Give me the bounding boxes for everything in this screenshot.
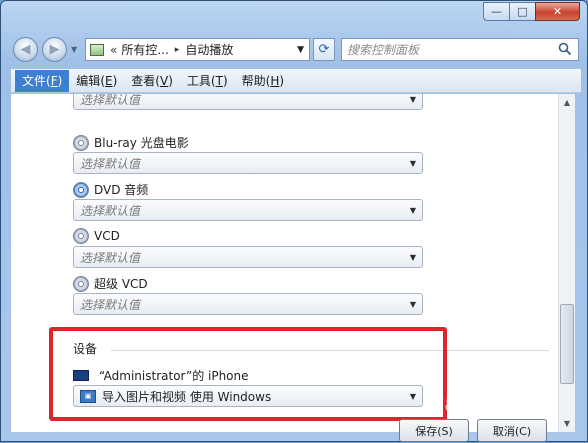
cancel-button[interactable]: 取消(C) [477,419,547,442]
forward-button[interactable]: ▶ [42,37,67,62]
menu-file[interactable]: 文件(F) [15,69,70,92]
media-label-dvd-audio: DVD 音频 [73,181,148,198]
breadcrumb-all-control-panel[interactable]: 所有控... [121,41,168,58]
media-default-dropdown[interactable]: 选择默认值 ▼ [73,94,423,110]
svcd-default-dropdown[interactable]: 选择默认值 ▼ [73,293,423,315]
vcd-default-dropdown[interactable]: 选择默认值 ▼ [73,246,423,268]
close-icon: ✕ [552,5,563,18]
maximize-icon: □ [517,5,528,18]
chevron-down-icon: ▼ [409,206,416,215]
media-label-vcd: VCD [73,228,120,244]
vcd-disc-icon [73,228,89,244]
address-dropdown-icon[interactable]: ▼ [297,45,304,55]
dvd-audio-default-dropdown[interactable]: 选择默认值 ▼ [73,199,423,221]
chevron-down-icon: ▼ [409,300,416,309]
recent-pages-dropdown[interactable]: ▼ [71,45,77,54]
search-icon[interactable] [558,42,572,56]
chevron-down-icon: ▼ [409,253,416,262]
close-button[interactable]: ✕ [535,2,580,21]
scroll-thumb[interactable] [560,304,574,384]
bluray-disc-icon [73,134,89,151]
caption-buttons: — □ ✕ [483,2,580,21]
menu-view[interactable]: 查看(V) [124,70,180,92]
refresh-icon: ⟳ [318,42,330,57]
dialog-buttons: 保存(S) 取消(C) [11,419,581,443]
arrow-left-icon: ◀ [20,42,31,57]
media-label-svcd: 超级 VCD [73,275,148,292]
breadcrumb-separator-icon[interactable]: ▸ [175,45,180,55]
address-overflow-chevron[interactable]: « [110,43,117,57]
menu-bar: 文件(F) 编辑(E) 查看(V) 工具(T) 帮助(H) [11,69,581,93]
baidu-watermark: Baidu 经验 [426,392,557,417]
minimize-icon: — [491,5,502,18]
chevron-down-icon: ▼ [409,95,416,104]
address-bar[interactable]: « 所有控... ▸ 自动播放 ▼ [85,38,310,61]
maximize-button[interactable]: □ [509,2,535,21]
search-placeholder: 搜索控制面板 [347,43,420,57]
menu-help[interactable]: 帮助(H) [235,70,291,92]
arrow-right-icon: ▶ [49,42,60,57]
autoplay-settings-list: 选择默认值 ▼ Blu-ray 光盘电影 选择默认值 ▼ DVD 音频 选择默认… [11,94,558,432]
search-input[interactable]: 搜索控制面板 [341,38,579,61]
autoplay-window: — □ ✕ ◀ ▶ ▼ « 所有控... ▸ 自动播放 ▼ ⟳ 搜索控制面板 文… [0,0,588,442]
vertical-scrollbar[interactable]: ▲ ▼ [558,94,575,432]
media-label-bluray: Blu-ray 光盘电影 [73,134,189,151]
navigation-bar: ◀ ▶ ▼ « 所有控... ▸ 自动播放 ▼ ⟳ 搜索控制面板 [11,37,581,63]
menu-edit[interactable]: 编辑(E) [69,70,124,92]
minimize-button[interactable]: — [483,2,509,21]
highlight-annotation [49,327,447,421]
bluray-default-dropdown[interactable]: 选择默认值 ▼ [73,152,423,174]
back-button[interactable]: ◀ [13,37,38,62]
scroll-up-icon[interactable]: ▲ [559,94,575,111]
chevron-down-icon: ▼ [409,159,416,168]
save-button[interactable]: 保存(S) [399,419,469,442]
dvd-audio-icon [73,181,89,198]
control-panel-icon [90,43,104,56]
svcd-disc-icon [73,275,89,292]
refresh-button[interactable]: ⟳ [313,38,335,61]
breadcrumb-autoplay[interactable]: 自动播放 [185,41,233,58]
menu-tools[interactable]: 工具(T) [180,70,235,92]
